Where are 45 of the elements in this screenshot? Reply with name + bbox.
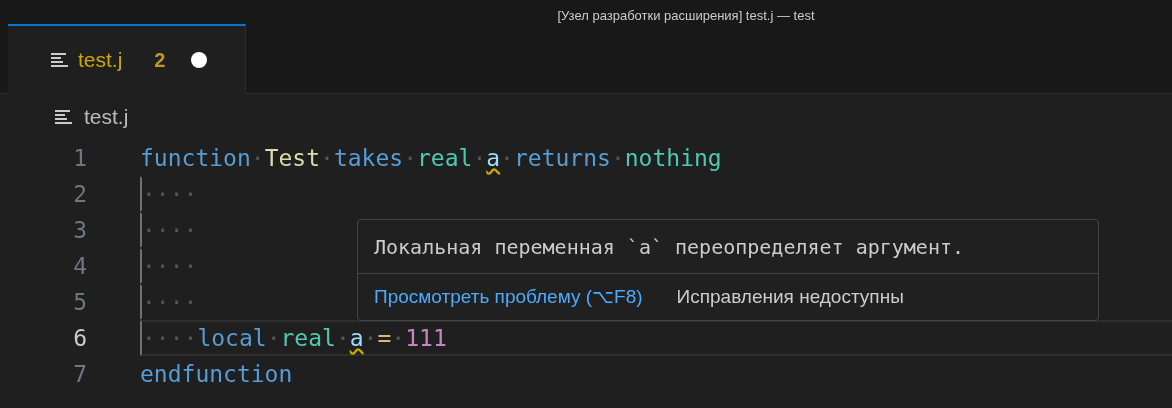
- line-number: 3: [72, 215, 87, 245]
- window-title: [Узел разработки расширения] test.j — test: [557, 8, 815, 24]
- whitespace-marker: ····: [142, 323, 198, 353]
- whitespace-marker: ·: [363, 323, 378, 353]
- code-token: takes: [333, 143, 404, 173]
- line-number: 1: [72, 143, 87, 173]
- whitespace-marker: ·: [610, 143, 625, 173]
- problem-count: 2: [154, 48, 166, 73]
- code-token: returns: [513, 143, 611, 173]
- file-lines-icon: [55, 109, 72, 125]
- whitespace-marker: ·: [403, 143, 417, 173]
- line-number: 2: [72, 179, 87, 209]
- line-number: 5: [72, 287, 87, 317]
- code-token: real: [280, 323, 336, 353]
- code-token: endfunction: [140, 359, 293, 389]
- whitespace-marker: ·: [472, 143, 487, 173]
- file-lines-icon: [51, 52, 68, 68]
- code-token: a: [486, 143, 501, 173]
- code-token: a: [349, 323, 364, 353]
- code-token: nothing: [624, 143, 722, 173]
- no-fixes-text: Исправления недоступны: [676, 284, 904, 309]
- whitespace-marker: ····: [142, 251, 198, 281]
- whitespace-marker: ·: [500, 143, 514, 173]
- code-token: Test: [264, 143, 321, 173]
- code-token: real: [417, 143, 473, 173]
- editor-tab[interactable]: test.j 2: [8, 24, 246, 94]
- breadcrumb-item[interactable]: test.j: [84, 101, 129, 133]
- whitespace-marker: ·: [250, 143, 265, 173]
- code-token: local: [197, 323, 267, 353]
- code-token: =: [377, 323, 392, 353]
- tab-label: test.j: [78, 47, 123, 74]
- line-number: 6: [72, 323, 87, 353]
- whitespace-marker: ·: [266, 323, 281, 353]
- code-token: function: [140, 143, 251, 173]
- problem-message: Локальная переменная `a` переопределяет аргумент.: [374, 233, 964, 261]
- line-number: 4: [72, 251, 87, 281]
- whitespace-marker: ····: [142, 287, 198, 317]
- whitespace-marker: ····: [142, 179, 198, 209]
- whitespace-marker: ·: [391, 323, 406, 353]
- whitespace-marker: ·: [320, 143, 334, 173]
- line-number: 7: [72, 359, 87, 389]
- whitespace-marker: ····: [142, 215, 198, 245]
- view-problem-link[interactable]: Просмотреть проблему (⌥F8): [374, 282, 643, 312]
- code-token: 111: [405, 323, 447, 353]
- whitespace-marker: ·: [335, 323, 350, 353]
